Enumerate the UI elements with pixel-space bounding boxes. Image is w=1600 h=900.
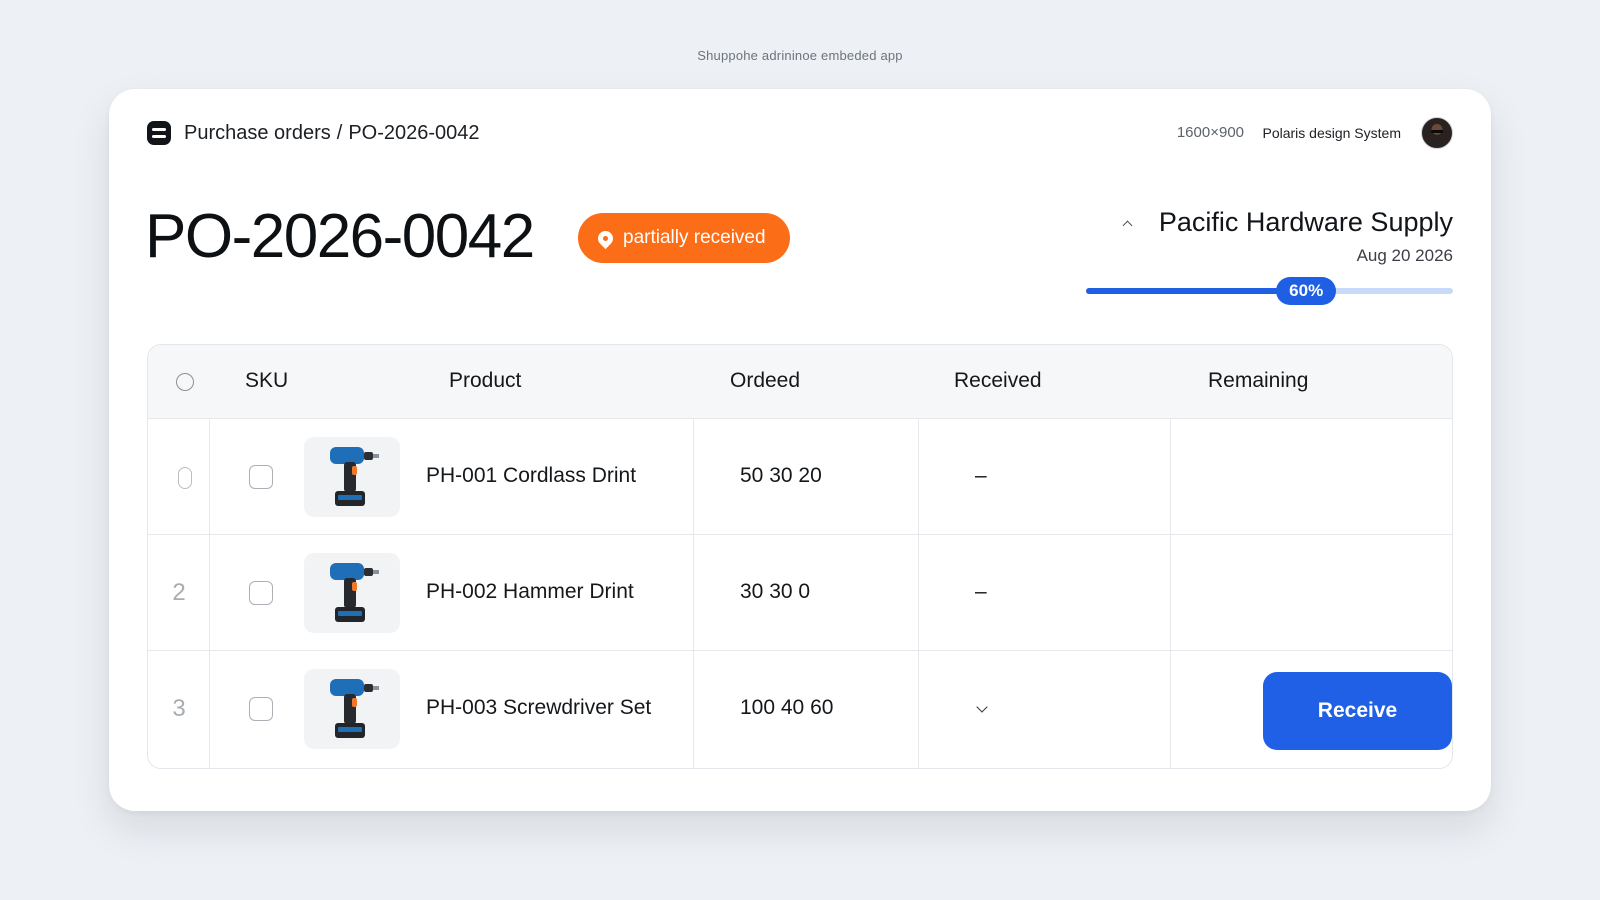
breadcrumb-separator: / <box>336 122 343 144</box>
column-header-product[interactable]: Product <box>449 369 521 393</box>
table-header: SKU Product Ordeed Received Remaining <box>148 345 1452 419</box>
ordered-quantities: 100 40 60 <box>740 696 834 719</box>
product-name[interactable]: PH-003 Screwdriver Set <box>426 696 651 720</box>
ordered-quantities: 50 30 20 <box>740 464 822 487</box>
select-all-radio[interactable] <box>176 373 194 391</box>
progress-bar <box>1086 288 1453 294</box>
product-thumbnail <box>304 437 400 517</box>
pin-icon <box>594 227 617 249</box>
chevron-up-icon[interactable] <box>1122 220 1133 231</box>
received-value: – <box>975 580 987 603</box>
column-header-sku[interactable]: SKU <box>245 369 288 393</box>
column-header-remaining[interactable]: Remaining <box>1208 369 1308 393</box>
row-index: 2 <box>172 579 186 606</box>
order-date: Aug 20 2026 <box>1356 246 1453 265</box>
column-header-ordered[interactable]: Ordeed <box>730 369 800 393</box>
table-row: 2 PH-002 Hammer Drint 30 30 0 – <box>148 535 1452 651</box>
supplier-row: Pacific Hardware Supply <box>1122 207 1453 238</box>
product-thumbnail <box>304 669 400 749</box>
product-thumbnail <box>304 553 400 633</box>
product-name[interactable]: PH-001 Cordlass Drint <box>426 464 636 488</box>
chevron-down-icon[interactable] <box>976 701 988 713</box>
column-header-received[interactable]: Received <box>954 369 1042 393</box>
top-bar: Purchase orders / PO-2026-0042 1600×900 Po… <box>147 115 1453 151</box>
row-index-marker <box>178 467 192 489</box>
row-checkbox[interactable] <box>249 581 273 605</box>
row-checkbox[interactable] <box>249 465 273 489</box>
drill-icon <box>330 679 379 738</box>
breadcrumb-root[interactable]: Purchase orders <box>184 122 331 144</box>
avatar[interactable] <box>1421 117 1453 149</box>
received-value: – <box>975 464 987 487</box>
dimensions-label: 1600×900 <box>1176 124 1244 141</box>
line-items-table: SKU Product Ordeed Received Remaining PH… <box>147 344 1453 769</box>
status-label: partially received <box>623 227 766 248</box>
drill-icon <box>330 563 379 622</box>
app-icon[interactable] <box>147 121 171 145</box>
ordered-quantities: 30 30 0 <box>740 580 811 603</box>
status-badge: partially received <box>578 213 790 263</box>
table-row: 3 PH-003 Screwdriver Set 100 40 60 Recei… <box>148 651 1452 767</box>
page-title: PO-2026-0042 <box>145 202 535 271</box>
drill-icon <box>330 447 379 506</box>
breadcrumb-current: PO-2026-0042 <box>348 122 480 144</box>
app-caption: Shuppohe adrininoe embeded app <box>697 48 903 63</box>
progress-label: 60% <box>1276 277 1337 305</box>
product-name[interactable]: PH-002 Hammer Drint <box>426 580 634 604</box>
receive-button[interactable]: Receive <box>1263 672 1452 750</box>
purchase-order-card: Purchase orders / PO-2026-0042 1600×900 Po… <box>109 89 1491 811</box>
progress-fill <box>1086 288 1307 294</box>
supplier-name: Pacific Hardware Supply <box>1158 207 1453 237</box>
row-checkbox[interactable] <box>249 697 273 721</box>
table-row: PH-001 Cordlass Drint 50 30 20 – <box>148 419 1452 535</box>
design-system-label: Polaris design System <box>1262 125 1401 141</box>
breadcrumb: Purchase orders / PO-2026-0042 <box>184 122 480 145</box>
row-index: 3 <box>172 695 186 722</box>
